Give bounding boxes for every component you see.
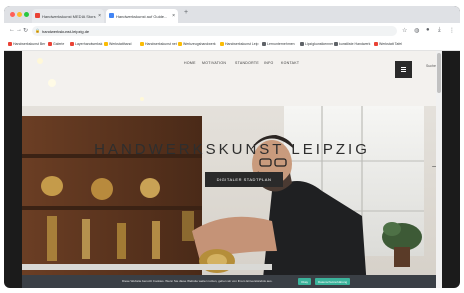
nav-item-info[interactable]: INFO [264, 61, 274, 65]
tab-2[interactable]: Handwerkskunst auf Guide... × [106, 9, 178, 23]
close-tab-icon[interactable]: × [98, 13, 101, 19]
profile-icon[interactable]: ● [426, 27, 430, 33]
bookmark-label: Werkzeugshandwerk [183, 42, 216, 46]
hamburger-menu-icon[interactable] [395, 61, 412, 78]
bookmark-item[interactable]: Lipzigkunstkenner [300, 42, 333, 46]
bookmark-item[interactable]: Galerie [48, 42, 64, 46]
close-tab-icon[interactable]: × [172, 13, 175, 19]
bookmarks-bar: Handwerkskunst Ber Galerie Layerhandwerksk… [4, 39, 460, 51]
bookmark-favicon-icon [262, 42, 266, 46]
cookie-ok-button[interactable]: Okay [298, 278, 312, 285]
web-page: Suche HOME MOTIVATION STANDORTE INFO KONTAKT… [22, 51, 442, 288]
bookmark-favicon-icon [220, 42, 224, 46]
bookmark-label: Layerhandwerksk [75, 42, 103, 46]
tab-favicon-icon [35, 13, 40, 18]
bookmark-label: Werkstatthand [109, 42, 132, 46]
bookmark-favicon-icon [8, 42, 12, 46]
privacy-policy-button[interactable]: Datenschutzerklärung [315, 278, 351, 285]
forward-icon[interactable]: → [16, 27, 22, 33]
bookmark-item[interactable]: kunstliste Handwerk [334, 42, 370, 46]
browser-window: Handwerkskunst MEDIA Stors × Handwerksku… [4, 6, 460, 288]
back-icon[interactable]: ← [9, 27, 15, 33]
bookmark-favicon-icon [70, 42, 74, 46]
bookmark-favicon-icon [140, 42, 144, 46]
minimize-window-icon[interactable] [17, 12, 22, 17]
reload-icon[interactable]: ↻ [23, 27, 28, 34]
kebab-menu-icon[interactable]: ⋮ [449, 27, 455, 34]
stadtplan-button[interactable]: DIGITALER STADTPLAN [205, 172, 283, 187]
nav-item-kontakt[interactable]: KONTAKT [281, 61, 299, 65]
tab-title: Handwerkskunst auf Guide... [116, 14, 168, 19]
bookmark-item[interactable]: Handwerkskunst net [140, 42, 177, 46]
bookmark-label: Lernunternehmen [267, 42, 295, 46]
plus-icon[interactable]: + [184, 9, 188, 16]
bookmark-item[interactable]: Layerhandwerksk [70, 42, 102, 46]
site-navigation: Suche HOME MOTIVATION STANDORTE INFO KONTAKT [22, 61, 442, 78]
cookie-message: Diese Website benutzt Cookies. Wenn Sie … [122, 279, 273, 283]
bookmark-label: Galerie [53, 42, 65, 46]
bookmark-star-icon[interactable]: ☆ [402, 27, 407, 34]
tab-title: Handwerkskunst MEDIA Stors [42, 14, 96, 19]
hero-title: HANDWERKSKUNST LEIPZIG [94, 141, 370, 158]
tab-favicon-icon [109, 13, 114, 18]
bookmark-favicon-icon [104, 42, 108, 46]
bookmark-favicon-icon [374, 42, 378, 46]
url-text: handwerkskunst-leipzig.de [42, 29, 90, 34]
browser-toolbar: ← → ↻ 🔒 handwerkskunst-leipzig.de ☆ ◍ ● … [4, 23, 460, 39]
search-link[interactable]: Suche [426, 64, 436, 68]
cookie-banner: Diese Website benutzt Cookies. Wenn Sie … [22, 275, 436, 288]
nav-item-standorte[interactable]: STANDORTE [235, 61, 259, 65]
lock-icon: 🔒 [35, 28, 40, 33]
bookmark-item[interactable]: Lernunternehmen [262, 42, 295, 46]
nav-item-home[interactable]: HOME [184, 61, 196, 65]
hero-photo [22, 51, 442, 288]
bookmark-favicon-icon [48, 42, 52, 46]
bookmark-item[interactable]: Werkstatthand [104, 42, 132, 46]
bookmark-label: kunstliste Handwerk [339, 42, 371, 46]
nav-item-motivation[interactable]: MOTIVATION [202, 61, 226, 65]
bookmark-item[interactable]: Handwerkskunst Ber [8, 42, 45, 46]
extensions-icon[interactable]: ◍ [414, 27, 419, 34]
bookmark-item[interactable]: Werkzeugshandwerk [178, 42, 216, 46]
download-icon[interactable]: ⤓ [438, 27, 441, 34]
tab-strip: Handwerkskunst MEDIA Stors × Handwerksku… [4, 6, 460, 23]
bookmark-item[interactable]: Werkstatt Tafel [374, 42, 402, 46]
bookmark-favicon-icon [300, 42, 304, 46]
address-bar[interactable]: 🔒 handwerkskunst-leipzig.de [32, 26, 397, 36]
bookmark-item[interactable]: Handwerkskunst Leip [220, 42, 258, 46]
maximize-window-icon[interactable] [24, 12, 29, 17]
bookmark-label: Handwerkskunst net [145, 42, 177, 46]
bookmark-favicon-icon [334, 42, 338, 46]
scrollbar-thumb[interactable] [437, 53, 441, 93]
scrollbar[interactable] [436, 51, 442, 288]
close-window-icon[interactable] [10, 12, 15, 17]
bookmark-favicon-icon [178, 42, 182, 46]
tab-1[interactable]: Handwerkskunst MEDIA Stors × [32, 9, 104, 23]
bookmark-label: Werkstatt Tafel [379, 42, 403, 46]
bookmark-label: Lipzigkunstkenner [305, 42, 334, 46]
bookmark-label: Handwerkskunst Ber [13, 42, 46, 46]
bookmark-label: Handwerkskunst Leip [225, 42, 259, 46]
